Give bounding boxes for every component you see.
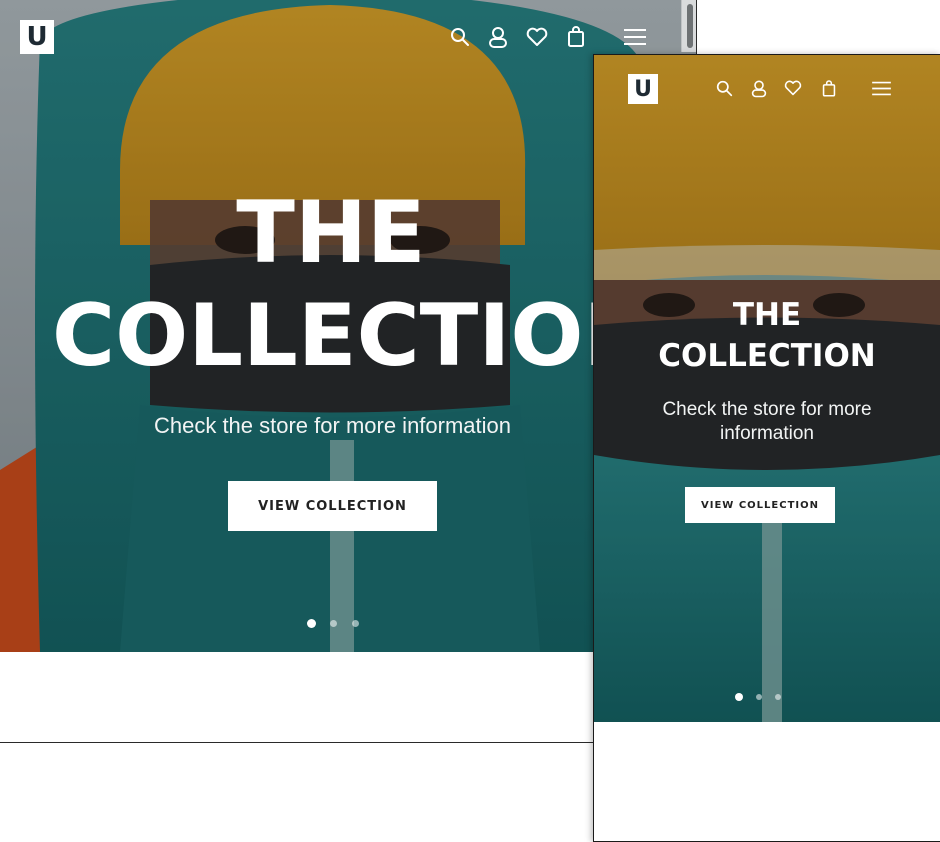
mobile-subtitle-line2: information (720, 423, 814, 444)
slide-dot-3[interactable] (352, 620, 359, 627)
mobile-search-icon[interactable] (716, 80, 733, 97)
view-collection-button[interactable]: VIEW COLLECTION (228, 481, 437, 531)
hero-subtitle: Check the store for more information (153, 413, 512, 438)
mobile-hero-background-image (594, 55, 940, 722)
mobile-hero-title-line1: THE (732, 297, 802, 333)
wishlist-heart-icon[interactable] (526, 27, 548, 47)
mobile-subtitle-line1: Check the store for more (662, 399, 872, 420)
mobile-hero-title-line2: COLLECTION (658, 338, 876, 374)
mobile-view-collection-button[interactable]: VIEW COLLECTION (685, 487, 835, 523)
hero-banner: U THE COLLECTION Check the store for mor… (0, 0, 696, 652)
shopping-bag-icon[interactable] (567, 25, 585, 47)
mobile-hero-banner: U THE COLLECTION Check the store for mor… (594, 55, 940, 722)
hero-title-line1: THE (236, 183, 426, 283)
hero-title-line2: COLLECTION (52, 286, 656, 386)
mobile-slide-dot-1[interactable] (735, 693, 743, 701)
mobile-wishlist-heart-icon[interactable] (784, 80, 802, 96)
page-scrollbar[interactable] (681, 0, 696, 52)
mobile-account-icon[interactable] (751, 79, 767, 98)
slide-dot-2[interactable] (330, 620, 337, 627)
mobile-shopping-bag-icon[interactable] (822, 79, 836, 97)
logo-letter: U (26, 22, 48, 52)
mobile-slide-dot-3[interactable] (775, 694, 781, 700)
scrollbar-thumb[interactable] (687, 4, 693, 48)
mobile-view: U THE COLLECTION Check the store for mor… (593, 54, 940, 842)
account-icon[interactable] (488, 26, 508, 48)
brand-logo[interactable]: U (20, 20, 54, 54)
mobile-brand-logo[interactable]: U (628, 74, 658, 104)
hamburger-menu-icon[interactable] (623, 27, 647, 47)
mobile-logo-letter: U (634, 76, 652, 102)
search-icon[interactable] (450, 27, 470, 47)
slide-dot-1[interactable] (307, 619, 316, 628)
mobile-slide-dot-2[interactable] (756, 694, 762, 700)
mobile-hero-subtitle: Check the store for more information (604, 398, 930, 446)
mobile-hamburger-menu-icon[interactable] (871, 80, 892, 97)
